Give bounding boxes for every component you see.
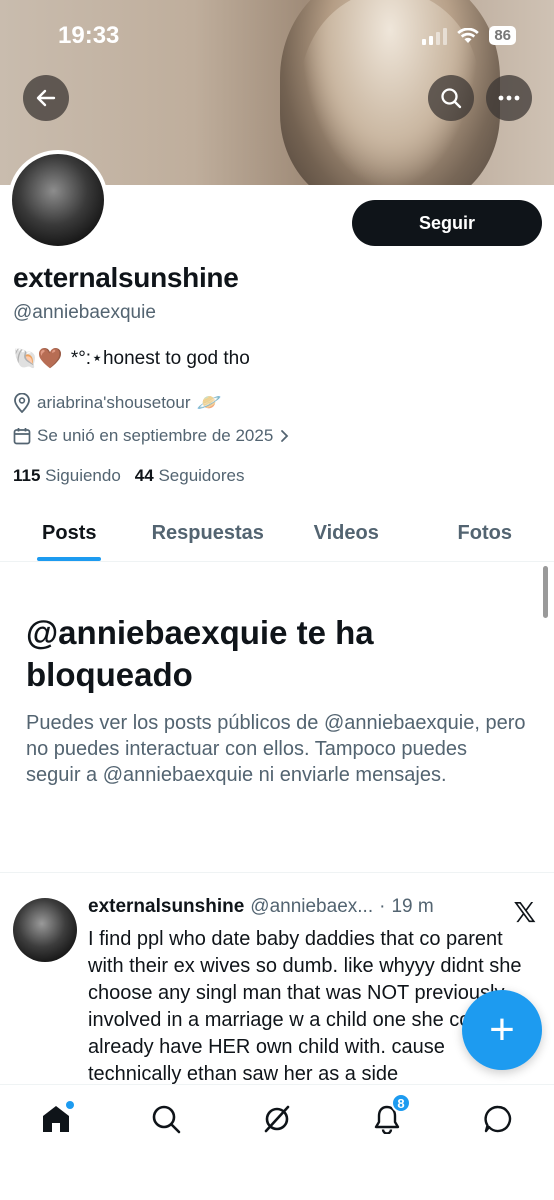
post-author-handle: @anniebaex... (250, 896, 374, 917)
follow-button[interactable]: Seguir (352, 200, 542, 246)
blocked-message: Puedes ver los posts públicos de @annieb… (26, 712, 526, 786)
back-button[interactable] (23, 75, 69, 121)
blocked-title: @anniebaexquie te ha bloqueado (26, 614, 374, 693)
profile-avatar[interactable] (8, 150, 108, 250)
battery-indicator: 86 (489, 26, 516, 45)
post-header: externalsunshine @anniebaex... · 19 m (88, 896, 434, 918)
tab-posts[interactable]: Posts (0, 505, 139, 561)
tab-photos[interactable]: Fotos (416, 505, 554, 561)
following-count: 115 (13, 466, 41, 485)
nav-search[interactable] (146, 1099, 186, 1139)
divider (0, 872, 554, 873)
post-author-name[interactable]: externalsunshine (88, 896, 244, 918)
nav-notifications[interactable]: 8 (367, 1093, 411, 1139)
location-text: ariabrina'shousetour (37, 392, 191, 412)
profile-tabs: Posts Respuestas Videos Fotos (0, 505, 554, 562)
followers-label: Seguidores (158, 466, 245, 485)
calendar-icon (13, 428, 31, 445)
home-unread-dot (66, 1101, 74, 1109)
notifications-badge: 8 (391, 1093, 411, 1113)
more-horizontal-icon (498, 95, 520, 101)
scrollbar[interactable] (543, 566, 548, 618)
location-emoji: 🪐 (196, 392, 222, 414)
nav-grok[interactable] (257, 1099, 297, 1139)
wifi-icon (457, 27, 480, 43)
nav-messages[interactable] (478, 1099, 518, 1139)
bio-text: *°:⋆honest to god tho (70, 348, 250, 369)
followers-link[interactable]: 44 Seguidores (135, 466, 245, 486)
following-link[interactable]: 115 Siguiendo (13, 466, 121, 486)
more-button[interactable] (486, 75, 532, 121)
profile-stats: 115 Siguiendo 44 Seguidores (13, 466, 244, 486)
post-avatar[interactable] (13, 898, 77, 962)
cellular-signal-icon (422, 27, 448, 45)
bottom-navigation: 8 (0, 1084, 554, 1200)
search-icon (441, 88, 462, 109)
post-separator: · (379, 896, 386, 917)
post-time: 19 m (391, 896, 434, 917)
status-indicators: 86 (422, 26, 516, 45)
compose-button[interactable]: + (462, 990, 542, 1070)
nav-home[interactable] (36, 1099, 76, 1139)
profile-display-name: externalsunshine (13, 262, 239, 293)
following-label: Siguiendo (45, 466, 121, 485)
followers-count: 44 (134, 466, 154, 485)
profile-location: ariabrina'shousetour 🪐 (13, 390, 221, 415)
joined-text: Se unió en septiembre de 2025 (37, 426, 274, 445)
messages-icon (484, 1105, 512, 1133)
location-pin-icon (14, 392, 30, 413)
bio-emoji: 🐚🤎 (13, 348, 63, 370)
grok-icon (264, 1105, 290, 1133)
x-logo-icon: 𝕏 (513, 896, 536, 929)
chevron-right-icon (281, 430, 289, 442)
status-time: 19:33 (58, 22, 120, 49)
profile-bio: 🐚🤎 *°:⋆honest to god tho (13, 346, 250, 371)
tab-replies[interactable]: Respuestas (139, 505, 278, 561)
profile-handle: @anniebaexquie (13, 302, 156, 323)
search-button[interactable] (428, 75, 474, 121)
profile-joined[interactable]: Se unió en septiembre de 2025 (13, 426, 291, 446)
tab-videos[interactable]: Videos (277, 505, 416, 561)
arrow-left-icon (36, 89, 56, 107)
search-icon (152, 1105, 181, 1134)
